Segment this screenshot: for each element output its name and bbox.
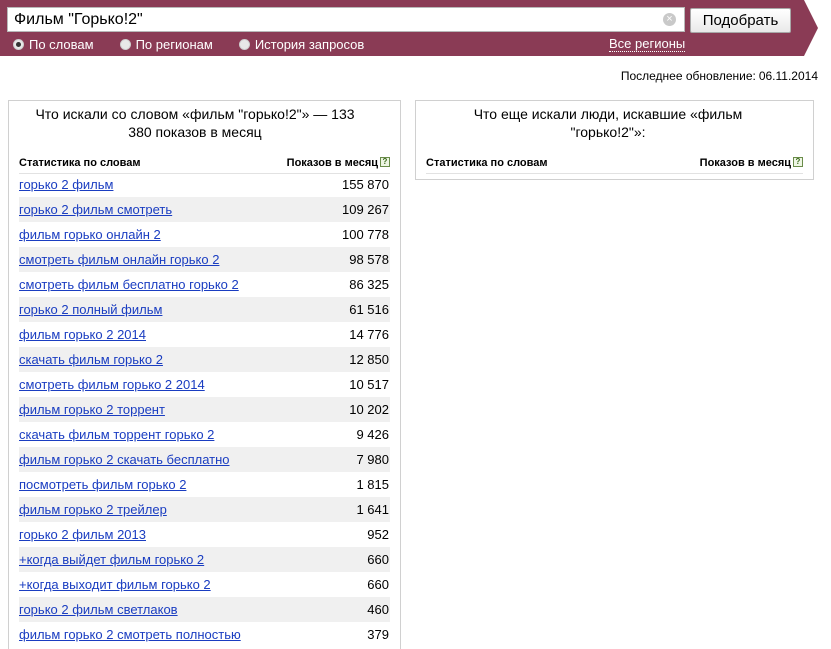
query-count: 1 815 [356, 477, 389, 492]
query-link[interactable]: скачать фильм горько 2 [19, 352, 163, 367]
clear-icon[interactable]: × [663, 13, 676, 26]
query-link[interactable]: +когда выходит фильм горько 2 [19, 577, 211, 592]
query-count: 660 [367, 577, 389, 592]
table-row: скачать фильм торрент горько 2 9 426 [19, 422, 390, 447]
query-count: 460 [367, 602, 389, 617]
table-row: +когда выйдет фильм горько 2 660 [19, 547, 390, 572]
table-row: посмотреть фильм горько 2 1 815 [19, 472, 390, 497]
table-row: горько 2 фильм светлаков 460 [19, 597, 390, 622]
search-mode-group: По словам По регионам История запросов [13, 36, 390, 52]
table-row: фильм горько онлайн 2 100 778 [19, 222, 390, 247]
mode-by-words[interactable]: По словам [13, 37, 94, 52]
query-link[interactable]: +когда выйдет фильм горько 2 [19, 552, 204, 567]
table-row: скачать фильм горько 2 12 850 [19, 347, 390, 372]
mode-by-regions[interactable]: По регионам [119, 36, 213, 52]
panel-title: Что еще искали люди, искавшие «фильм "го… [473, 106, 743, 140]
submit-button[interactable]: Подобрать [690, 8, 791, 33]
query-link[interactable]: фильм горько 2 трейлер [19, 502, 167, 517]
query-link[interactable]: горько 2 фильм 2013 [19, 527, 146, 542]
help-icon[interactable]: ? [380, 157, 390, 167]
mode-label: По регионам [135, 36, 213, 52]
query-count: 109 267 [342, 202, 389, 217]
query-link[interactable]: горько 2 полный фильм [19, 302, 162, 317]
search-input[interactable] [7, 7, 685, 32]
help-icon[interactable]: ? [793, 157, 803, 167]
query-count: 7 980 [356, 452, 389, 467]
query-count: 1 641 [356, 502, 389, 517]
column-words: Статистика по словам [426, 157, 548, 169]
radio-icon[interactable] [119, 38, 131, 50]
query-link[interactable]: фильм горько 2 2014 [19, 327, 146, 342]
radio-checked-icon[interactable] [13, 38, 24, 50]
table-header: Статистика по словам Показов в месяц ? [426, 154, 803, 174]
radio-icon[interactable] [238, 38, 250, 50]
query-link[interactable]: посмотреть фильм горько 2 [19, 477, 186, 492]
query-list: горько 2 фильм 155 870 горько 2 фильм смот… [19, 172, 390, 647]
query-link[interactable]: скачать фильм торрент горько 2 [19, 427, 214, 442]
query-link[interactable]: фильм горько 2 смотреть полностью [19, 627, 241, 642]
column-words: Статистика по словам [19, 157, 141, 169]
table-header: Статистика по словам Показов в месяц ? [19, 154, 390, 174]
query-count: 14 776 [349, 327, 389, 342]
query-count: 660 [367, 552, 389, 567]
table-row: горько 2 полный фильм 61 516 [19, 297, 390, 322]
query-link[interactable]: фильм горько онлайн 2 [19, 227, 161, 242]
table-row: фильм горько 2 трейлер 1 641 [19, 497, 390, 522]
query-link[interactable]: фильм горько 2 скачать бесплатно [19, 452, 230, 467]
panel-title: Что искали со словом «фильм "горько!2"» … [35, 106, 355, 140]
also-searched-panel: Что еще искали люди, искавшие «фильм "го… [415, 100, 814, 180]
last-update: Последнее обновление: 06.11.2014 [618, 69, 818, 83]
query-count: 10 517 [349, 377, 389, 392]
table-row: смотреть фильм горько 2 2014 10 517 [19, 372, 390, 397]
table-row: фильм горько 2 скачать бесплатно 7 980 [19, 447, 390, 472]
table-row: смотреть фильм бесплатно горько 2 86 325 [19, 272, 390, 297]
table-row: фильм горько 2 смотреть полностью 379 [19, 622, 390, 647]
query-count: 952 [367, 527, 389, 542]
query-link[interactable]: смотреть фильм бесплатно горько 2 [19, 277, 239, 292]
query-count: 61 516 [349, 302, 389, 317]
query-count: 10 202 [349, 402, 389, 417]
table-row: горько 2 фильм смотреть 109 267 [19, 197, 390, 222]
mode-label: История запросов [254, 36, 365, 52]
table-row: смотреть фильм онлайн горько 2 98 578 [19, 247, 390, 272]
query-count: 9 426 [356, 427, 389, 442]
all-regions-link[interactable]: Все регионы [609, 36, 686, 52]
query-count: 98 578 [349, 252, 389, 267]
query-link[interactable]: смотреть фильм онлайн горько 2 [19, 252, 219, 267]
query-count: 100 778 [342, 227, 389, 242]
related-words-panel: Что искали со словом «фильм "горько!2"» … [8, 100, 401, 649]
column-shows: Показов в месяц [286, 157, 378, 169]
query-link[interactable]: фильм горько 2 торрент [19, 402, 165, 417]
query-count: 379 [367, 627, 389, 642]
search-header: × Подобрать По словам По регионам Истори… [0, 0, 831, 60]
table-row: фильм горько 2 2014 14 776 [19, 322, 390, 347]
last-update-label: Последнее обновление: [620, 69, 756, 83]
query-link[interactable]: горько 2 фильм [19, 177, 113, 192]
query-link[interactable]: горько 2 фильм светлаков [19, 602, 178, 617]
table-row: фильм горько 2 торрент 10 202 [19, 397, 390, 422]
mode-history[interactable]: История запросов [238, 36, 365, 52]
query-link[interactable]: горько 2 фильм смотреть [19, 202, 172, 217]
table-row: горько 2 фильм 2013 952 [19, 522, 390, 547]
table-row: +когда выходит фильм горько 2 660 [19, 572, 390, 597]
last-update-date: 06.11.2014 [758, 69, 818, 83]
column-shows: Показов в месяц [699, 157, 791, 169]
table-row: горько 2 фильм 155 870 [19, 172, 390, 197]
query-count: 12 850 [349, 352, 389, 367]
mode-label: По словам [29, 36, 94, 52]
query-link[interactable]: смотреть фильм горько 2 2014 [19, 377, 205, 392]
query-count: 155 870 [342, 177, 389, 192]
query-count: 86 325 [349, 277, 389, 292]
